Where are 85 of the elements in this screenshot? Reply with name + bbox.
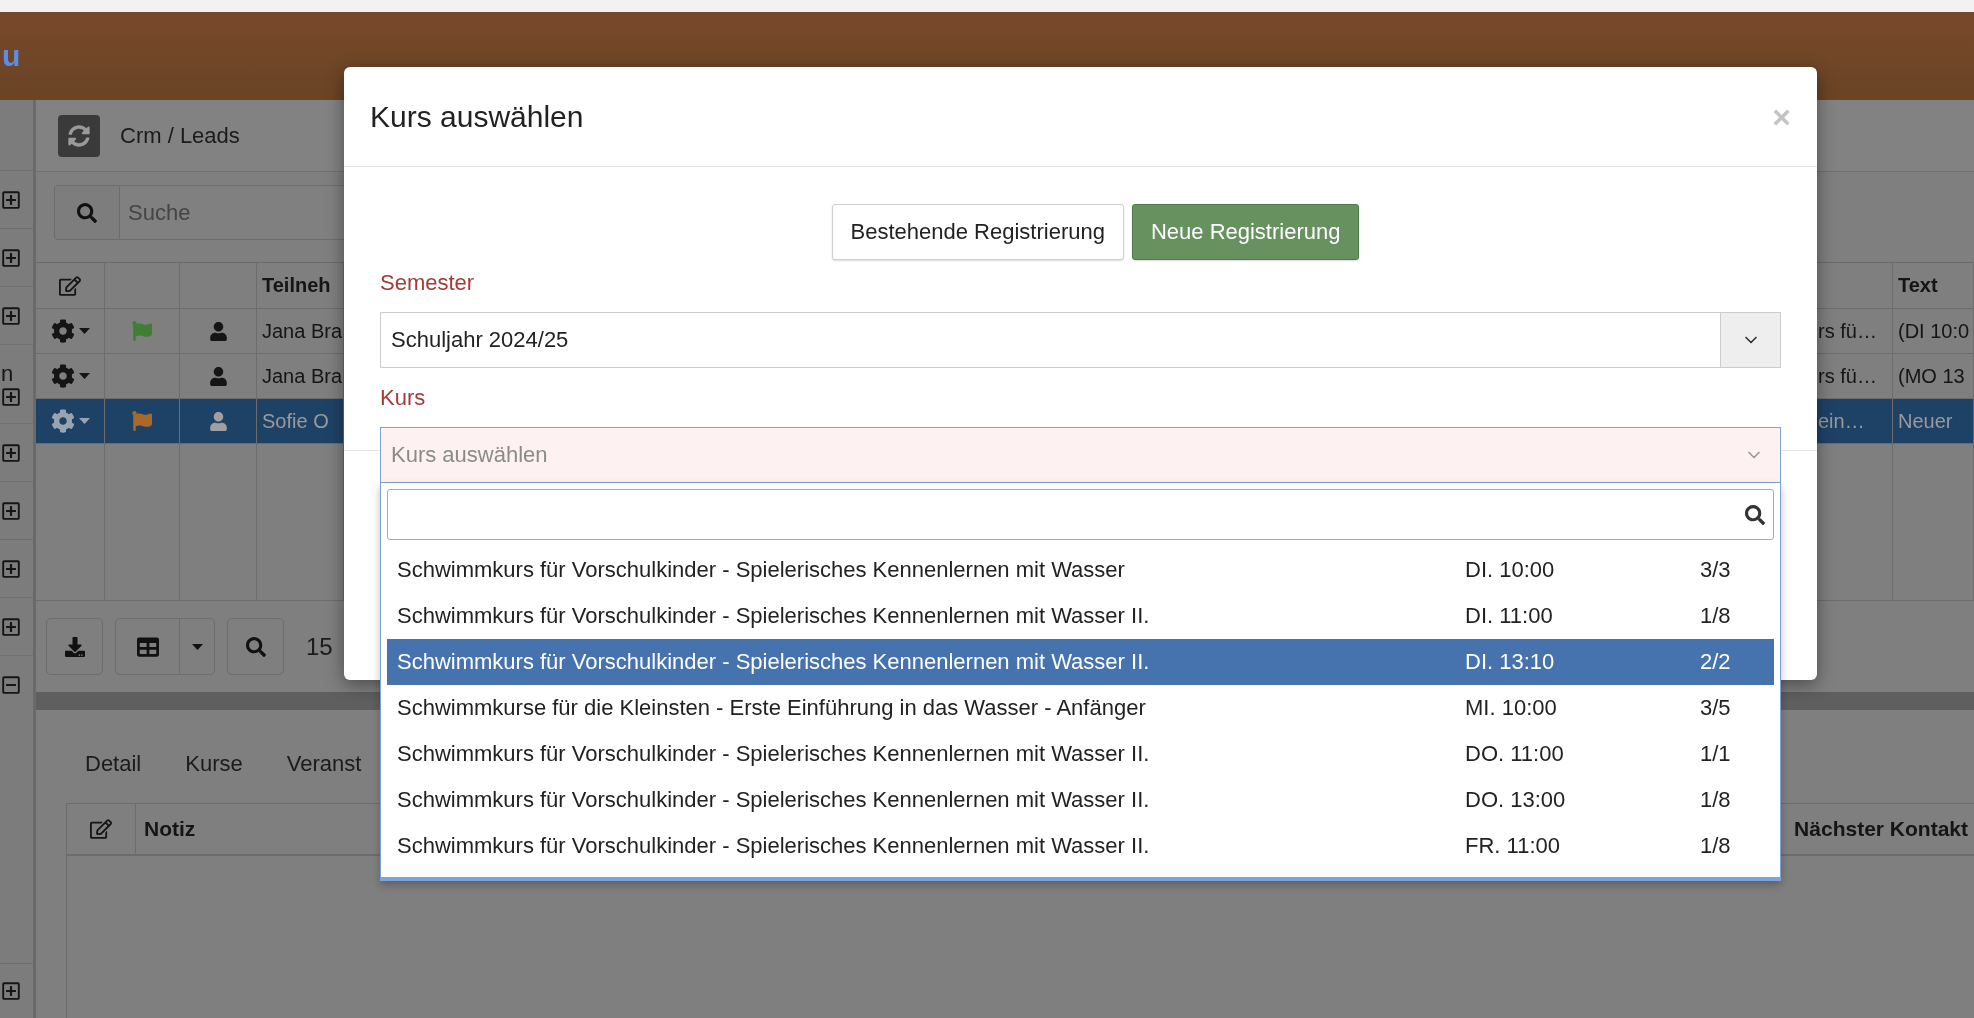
collapse-icon[interactable] [1,674,21,695]
sidebar-item-label[interactable]: n [1,361,14,387]
course-seats: 3/5 [1700,695,1774,721]
course-day: DO. 13:00 [1465,787,1700,813]
tab[interactable]: Detail [85,751,142,777]
course-day: MI. 10:00 [1465,695,1700,721]
caret-icon [78,418,90,424]
refresh-icon [68,124,90,147]
row-actions-button[interactable] [50,319,90,343]
course-seats: 1/8 [1700,833,1774,859]
table-icon [136,635,159,658]
search-icon [245,636,266,657]
tab[interactable]: Kurse [185,751,243,777]
person-icon [208,366,228,386]
table-view-button[interactable] [115,618,180,675]
expand-icon[interactable] [1,189,21,210]
expand-icon[interactable] [1,387,21,407]
caret-icon [78,373,90,379]
dialog-title: Kurs auswählen [370,99,584,134]
course-name: Schwimmkurs für Vorschulkinder - Spielerisches Kennenlernen mit Wasser II. [397,603,1151,629]
expand-icon[interactable] [1,500,21,521]
edit-icon [59,274,81,297]
course-day: DI. 13:10 [1465,649,1700,675]
tab[interactable]: Veranst [286,751,362,777]
expand-icon[interactable] [1,616,21,637]
expand-icon[interactable] [1,981,21,1001]
brand-text: u [2,39,21,73]
table-cell: Sofie O [262,409,329,433]
expand-icon[interactable] [1,442,21,463]
download-icon [64,636,85,657]
course-day: DO. 11:00 [1465,741,1700,767]
course-day: DI. 10:00 [1465,557,1700,583]
column-header: Notiz [144,817,196,841]
column-header: Teilneh [262,274,331,297]
dropdown-search-field[interactable] [387,489,1774,540]
search-icon [1745,504,1765,525]
mode-button[interactable]: Bestehende Registrierung [831,204,1124,260]
page-size: 15 [306,632,333,661]
column-header: Text [1898,274,1938,297]
semester-select[interactable]: Schuljahr 2024/25 [380,312,1781,368]
expand-icon[interactable] [1,247,21,268]
table-cell: Jana Bra [262,319,343,343]
table-cell: rs fü… [1818,364,1877,388]
person-icon [208,411,228,431]
course-seats: 2/2 [1700,649,1774,675]
course-name: Schwimmkurs für Vorschulkinder - Spielerisches Kennenlernen mit Wasser II. [397,741,1151,767]
table-cell: ein… [1818,409,1865,433]
refresh-button[interactable] [58,114,100,157]
gear-icon [50,319,75,343]
table-cell: (DI 10:0 [1898,319,1970,343]
course-name: Schwimmkurs für Vorschulkinder - Spielerisches Kennenlernen mit Wasser II. [397,649,1151,675]
course-seats: 3/3 [1700,557,1774,583]
course-seats: 1/1 [1700,741,1774,767]
search-icon [77,202,97,223]
expand-icon[interactable] [1,558,21,579]
download-button[interactable] [46,618,103,675]
caret-icon [191,643,203,650]
breadcrumb: Crm / Leads [120,122,240,149]
mode-button[interactable]: Neue Registrierung [1131,204,1360,260]
person-icon [208,321,228,341]
course-name: Schwimmkurse für die Kleinsten - Erste Einführung in das Wasser - Anfänger [397,695,1147,721]
field-label: Semester [380,270,476,297]
expand-icon[interactable] [1,305,21,326]
search-button[interactable] [227,618,284,675]
course-name: Schwimmkurs für Vorschulkinder - Spielerisches Kennenlernen mit Wasser [397,557,1126,583]
edit-icon [90,818,112,840]
column-header: Nächster Kontakt [1794,817,1968,841]
field-label: Kurs [380,385,427,412]
course-name: Schwimmkurs für Vorschulkinder - Spielerisches Kennenlernen mit Wasser II. [397,833,1151,859]
caret-icon [78,328,90,334]
course-day: DI. 11:00 [1465,603,1700,629]
course-seats: 1/8 [1700,787,1774,813]
table-cell: (MO 13 [1898,364,1965,388]
search-button[interactable] [54,185,120,240]
row-actions-button[interactable] [50,364,90,388]
course-day: FR. 11:00 [1465,833,1700,859]
row-actions-button[interactable] [50,409,90,433]
gear-icon [50,364,75,388]
table-cell: Jana Bra [262,364,343,388]
course-name: Schwimmkurs für Vorschulkinder - Spielerisches Kennenlernen mit Wasser II. [397,787,1151,813]
table-cell: Neuer [1898,409,1953,433]
course-option[interactable]: Schwimmkurs für Vorschulkinder - Spielerisches Kennenlernen mit Wasser II. DI. 13:10 2/2 [387,639,1774,685]
course-seats: 1/8 [1700,603,1774,629]
table-cell: rs fü… [1818,319,1877,343]
gear-icon [50,409,75,433]
